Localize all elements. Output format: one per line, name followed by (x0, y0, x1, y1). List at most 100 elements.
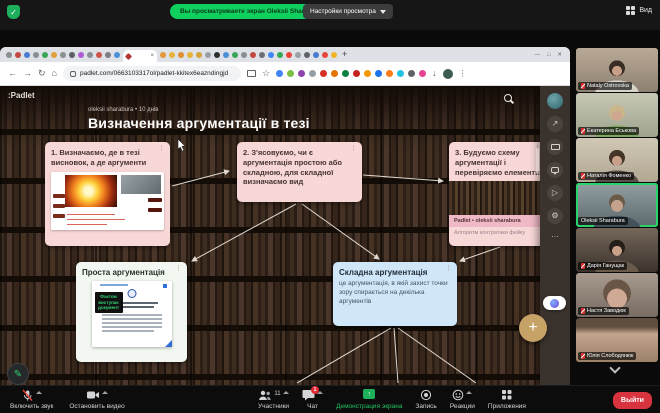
browser-tab-favicon[interactable] (223, 52, 229, 58)
share-screen-button[interactable]: ↑ Демонстрация экрана (336, 389, 402, 410)
view-settings-button[interactable]: Настройки просмотра (303, 4, 393, 19)
audio-options-chevron-icon[interactable] (36, 391, 42, 394)
browser-tab-favicon[interactable] (313, 52, 319, 58)
browser-tab-favicon[interactable] (87, 52, 93, 58)
browser-tab-favicon[interactable] (42, 52, 48, 58)
browser-tab-favicon[interactable] (196, 52, 202, 58)
extension-icon[interactable] (342, 70, 349, 77)
browser-tab-favicon[interactable] (322, 52, 328, 58)
assistant-pill[interactable] (543, 296, 566, 310)
extension-icon[interactable] (309, 70, 316, 77)
extension-icon[interactable] (320, 70, 327, 77)
browser-tab-favicon[interactable] (232, 52, 238, 58)
extension-icon[interactable] (298, 70, 305, 77)
search-icon[interactable] (504, 94, 512, 102)
browser-tab-favicon[interactable] (259, 52, 265, 58)
browser-tab-favicon[interactable] (105, 52, 111, 58)
browser-tab-favicon[interactable] (6, 52, 12, 58)
extension-icon[interactable] (386, 70, 393, 77)
browser-tab-favicon[interactable] (60, 52, 66, 58)
close-icon[interactable]: ✕ (557, 52, 562, 58)
participant-tile-active-speaker[interactable]: Oleksii Sharabura (576, 183, 658, 227)
padlet-card-step3[interactable]: ⋮ 3. Будуємо схему аргументації і переві… (449, 142, 546, 246)
browser-tab-favicon[interactable] (214, 52, 220, 58)
chat-button[interactable]: 1 Чат (302, 389, 323, 410)
extension-icon[interactable] (397, 70, 404, 77)
extension-icon[interactable] (408, 70, 415, 77)
address-bar[interactable]: padlet.com/0663103317ol/padlet-kkitex6ea… (63, 66, 241, 81)
participants-chevron-icon[interactable] (283, 391, 289, 394)
padlet-scrollbar[interactable] (536, 148, 539, 174)
security-shield-icon[interactable]: ✓ (7, 5, 20, 19)
participant-tile[interactable]: Настя Заводюк (576, 273, 658, 317)
participant-tile[interactable]: Nataly Ostrovska (576, 48, 658, 92)
participant-tile[interactable]: Юлія Слободянюк (576, 318, 658, 362)
browser-tab-favicon[interactable] (205, 52, 211, 58)
browser-menu-icon[interactable]: ⋮ (459, 69, 467, 78)
reactions-button[interactable]: Реакции (450, 389, 475, 410)
browser-tab-favicon[interactable] (24, 52, 30, 58)
unmute-button[interactable]: Включить звук (10, 389, 53, 410)
padlet-logo[interactable]: :Padlet (8, 91, 35, 100)
padlet-card-step2[interactable]: ⋮ 2. З'ясовуємо, чи є аргументація прост… (237, 142, 362, 202)
downloads-icon[interactable]: ↓ (432, 69, 437, 78)
apps-button[interactable]: Приложения (488, 389, 526, 410)
card-menu-icon[interactable]: ⋮ (158, 145, 165, 152)
tab-close-icon[interactable]: × (150, 53, 154, 59)
slideshow-button[interactable] (547, 139, 563, 155)
browser-tab-favicon[interactable] (69, 52, 75, 58)
back-icon[interactable]: ← (8, 69, 17, 78)
home-icon[interactable]: ⌂ (52, 69, 57, 78)
extension-icon[interactable] (331, 70, 338, 77)
browser-tab-favicon[interactable] (51, 52, 57, 58)
browser-tab-favicon[interactable] (114, 52, 120, 58)
participant-tile[interactable]: Дарія Ганущак (576, 228, 658, 272)
browser-tab-favicon[interactable] (241, 52, 247, 58)
new-tab-button[interactable]: + (342, 50, 347, 59)
browser-tab-favicon[interactable] (295, 52, 301, 58)
leave-meeting-button[interactable]: Выйти (613, 392, 652, 409)
browser-tab-favicon[interactable] (250, 52, 256, 58)
browser-tab-favicon[interactable] (15, 52, 21, 58)
bookmark-star-icon[interactable]: ☆ (262, 69, 270, 78)
extension-icon[interactable] (375, 70, 382, 77)
browser-tab-favicon[interactable] (78, 52, 84, 58)
more-options-icon[interactable]: … (551, 231, 559, 239)
reactions-chevron-icon[interactable] (466, 391, 472, 394)
browser-tab-favicon[interactable] (96, 52, 102, 58)
attachment-thumbnail[interactable] (449, 181, 546, 215)
attachment-source[interactable]: Padlet • oleksii sharabura (449, 215, 546, 227)
padlet-card-simple-argument[interactable]: ⋮ Проста аргументація Фактом виступає до… (76, 262, 187, 362)
padlet-card-step1[interactable]: ⋮ 1. Визначаємо, де в тезі висновок, а д… (45, 142, 170, 246)
participant-tile[interactable]: Наталія Фоменко (576, 138, 658, 182)
extension-icon[interactable] (364, 70, 371, 77)
browser-tab-favicon[interactable] (178, 52, 184, 58)
extension-icon[interactable] (353, 70, 360, 77)
extension-icon[interactable] (287, 70, 294, 77)
card-menu-icon[interactable]: ⋮ (445, 265, 452, 272)
browser-tab-favicon[interactable] (286, 52, 292, 58)
pencil-icon[interactable]: ✎ (14, 369, 22, 380)
comments-button[interactable] (547, 162, 563, 178)
browser-tab-favicon[interactable] (33, 52, 39, 58)
padlet-user-avatar[interactable] (547, 93, 563, 109)
participant-tile[interactable]: Екатерина Еськова (576, 93, 658, 137)
stop-video-button[interactable]: Остановить видео (69, 389, 124, 410)
minimize-icon[interactable]: — (535, 52, 541, 58)
extension-icon[interactable] (419, 70, 426, 77)
record-button[interactable]: Запись (415, 389, 436, 410)
browser-profile-avatar[interactable] (443, 69, 453, 79)
cast-icon[interactable] (247, 70, 256, 77)
card-menu-icon[interactable]: ⋮ (350, 145, 357, 152)
browser-tab-favicon[interactable] (304, 52, 310, 58)
participants-button[interactable]: 11 Участники (258, 389, 289, 410)
browser-tab-favicon[interactable] (277, 52, 283, 58)
padlet-card-complex-argument[interactable]: ⋮ Складна аргументація це аргументація, … (333, 262, 457, 326)
extension-icon[interactable] (276, 70, 283, 77)
browser-tab-favicon[interactable] (268, 52, 274, 58)
browser-tab-favicon[interactable] (187, 52, 193, 58)
browser-tab-favicon[interactable] (331, 52, 337, 58)
maximize-icon[interactable]: □ (547, 52, 550, 58)
site-info-icon[interactable] (70, 71, 76, 77)
active-tab[interactable]: × (123, 50, 157, 62)
